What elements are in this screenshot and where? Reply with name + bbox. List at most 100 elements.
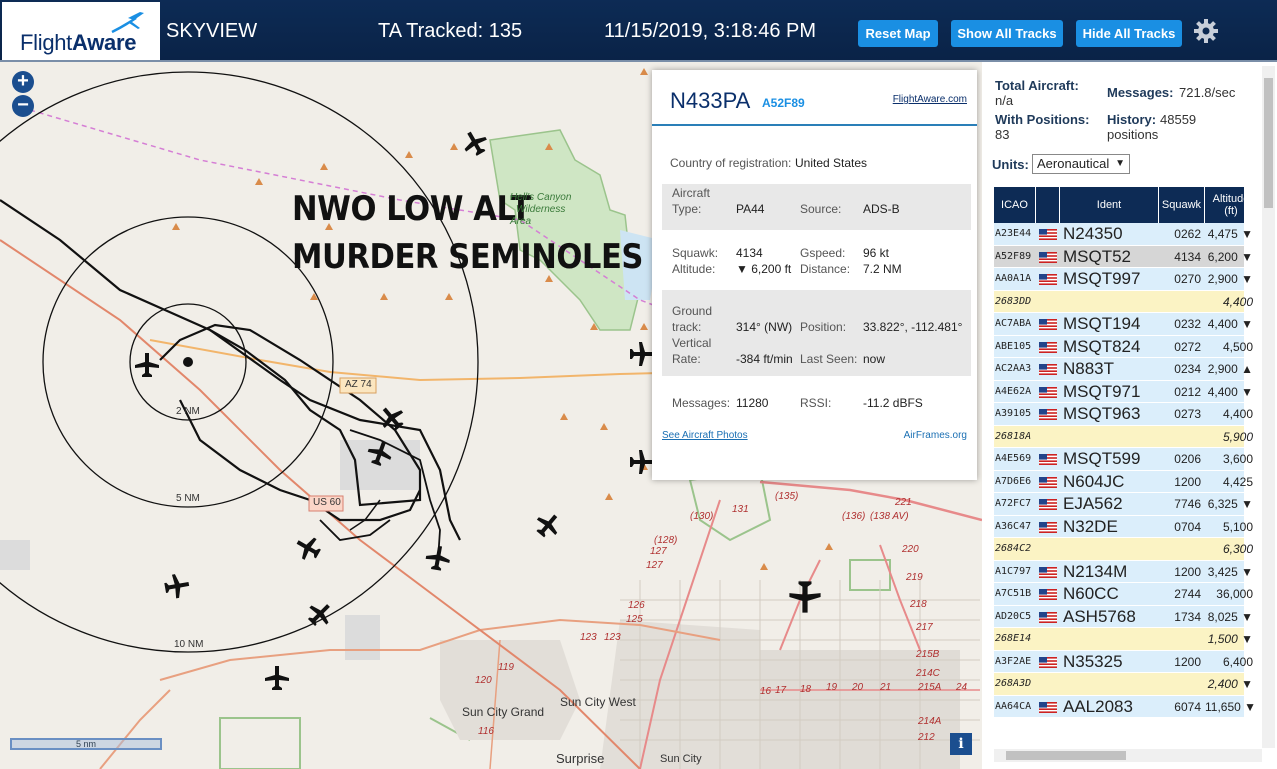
flag-cell — [1036, 606, 1058, 629]
table-body: A23E44 N24350 0262 4,475 ▼ A52F89 MSQT52 4134 6… — [994, 223, 1255, 718]
svg-text:20: 20 — [851, 682, 864, 693]
zoom-in-button[interactable]: + — [12, 71, 34, 93]
history-label: History: — [1107, 112, 1157, 127]
col-altitude[interactable]: Altitude (ft) — [1205, 187, 1257, 223]
row-ident: N60CC — [1063, 584, 1119, 603]
table-row[interactable]: A3F2AE N35325 1200 6,400 — [994, 650, 1253, 673]
show-all-tracks-button[interactable]: Show All Tracks — [951, 20, 1063, 47]
popup-hex-link[interactable]: A52F89 — [762, 96, 805, 110]
table-row[interactable]: A4E62A MSQT971 0212 4,400 ▼ — [994, 380, 1253, 403]
see-aircraft-photos-link[interactable]: See Aircraft Photos — [662, 430, 748, 441]
table-row[interactable]: AC7ABA MSQT194 0232 4,400 ▼ — [994, 313, 1253, 336]
flightaware-logo[interactable]: FlightAware — [2, 2, 160, 60]
horizontal-scrollbar[interactable] — [994, 749, 1262, 762]
scrollbar-thumb[interactable] — [1264, 78, 1273, 208]
row-altitude: 6,400 — [1222, 654, 1253, 669]
us-flag-icon — [1039, 476, 1057, 488]
table-row[interactable]: AC2AA3 N883T 0234 2,900 ▲ — [994, 358, 1253, 381]
range-ring-5nm-label: 5 NM — [176, 493, 200, 504]
flag-cell — [1036, 246, 1058, 269]
col-ident[interactable]: Ident — [1060, 187, 1159, 223]
table-row[interactable]: AD20C5 ASH5768 1734 8,025 ▼ — [994, 605, 1253, 629]
table-row[interactable]: A36C47 N32DE 0704 5,100 — [994, 515, 1253, 538]
svg-text:(136): (136) — [842, 511, 865, 522]
table-row[interactable]: 26818A 5,900 — [994, 425, 1253, 448]
popup-track-row: Ground track: 314° (NW) Position: 33.822… — [662, 290, 971, 376]
row-icao: A36C47 — [995, 520, 1032, 532]
table-row[interactable]: A1C797 N2134M 1200 3,425 ▼ — [994, 560, 1253, 583]
flag-cell — [1036, 628, 1058, 651]
row-squawk: 4134 — [1174, 249, 1201, 264]
table-row[interactable]: A23E44 N24350 0262 4,475 ▼ — [994, 223, 1253, 246]
row-icao: 2684C2 — [995, 543, 1032, 554]
table-row[interactable]: A7C51B N60CC 2744 36,000 — [994, 583, 1253, 606]
row-icao: A72FC7 — [995, 498, 1032, 509]
row-ident: N2134M — [1063, 561, 1128, 581]
place-sun-city: Sun City — [660, 753, 702, 765]
table-row[interactable]: 268E14 1,500 ▼ — [994, 628, 1253, 651]
table-row[interactable]: A39105 MSQT963 0273 4,400 — [994, 403, 1253, 426]
svg-text:17: 17 — [775, 685, 787, 696]
svg-text:214C: 214C — [915, 668, 941, 679]
scale-bar: 5 nm — [10, 738, 162, 750]
reset-map-button[interactable]: Reset Map — [858, 20, 938, 47]
row-altitude: 36,000 — [1216, 587, 1253, 601]
wilderness-label-2: Wilderness — [516, 204, 566, 215]
svg-text:21: 21 — [879, 682, 891, 693]
gear-icon[interactable] — [1193, 18, 1219, 44]
row-altitude: 4,400 ▼ — [1207, 317, 1253, 331]
row-icao: A23E44 — [995, 228, 1032, 239]
row-squawk — [1159, 291, 1205, 314]
table-row[interactable]: A52F89 MSQT52 4134 6,200 ▼ — [994, 245, 1253, 269]
row-ident: MSQT963 — [1063, 404, 1141, 423]
table-row[interactable]: A4E569 MSQT599 0206 3,600 — [994, 448, 1253, 471]
svg-text:(128): (128) — [654, 535, 677, 546]
table-row[interactable]: ABE105 MSQT824 0272 4,500 — [994, 335, 1253, 358]
us-flag-icon — [1039, 364, 1057, 375]
svg-text:16: 16 — [760, 686, 772, 697]
hscrollbar-thumb[interactable] — [1006, 751, 1126, 760]
table-row[interactable]: A7D6E6 N604JC 1200 4,425 — [994, 470, 1253, 493]
place-sun-city-west: Sun City West — [560, 695, 636, 709]
table-row[interactable]: 2683DD 4,400 — [994, 290, 1253, 314]
units-select[interactable]: Aeronautical ▼ — [1032, 154, 1130, 174]
col-icao[interactable]: ICAO — [994, 187, 1036, 223]
row-ident: MSQT52 — [1063, 246, 1132, 266]
svg-text:123: 123 — [604, 632, 621, 643]
row-altitude: 6,200 ▼ — [1207, 249, 1253, 264]
airframes-link[interactable]: AirFrames.org — [904, 430, 967, 441]
col-flag[interactable] — [1036, 187, 1060, 223]
row-altitude: 2,400 ▼ — [1207, 677, 1253, 691]
table-row[interactable]: 2684C2 6,300 — [994, 538, 1253, 561]
table-row[interactable]: AA64CA AAL2083 6074 11,650 ▼ — [994, 695, 1255, 718]
us-flag-icon — [1039, 229, 1057, 240]
row-squawk: 0704 — [1174, 519, 1201, 534]
row-altitude: 4,425 — [1222, 474, 1253, 489]
row-ident: MSQT997 — [1063, 269, 1141, 288]
place-sun-city-grand: Sun City Grand — [462, 705, 545, 719]
row-altitude: 1,500 ▼ — [1207, 632, 1253, 646]
range-ring-10nm-label: 10 NM — [174, 639, 204, 650]
row-altitude: 6,300 — [1222, 542, 1253, 556]
col-squawk[interactable]: Squawk — [1159, 187, 1205, 223]
us-flag-icon — [1039, 341, 1057, 353]
row-ident: MSQT824 — [1063, 336, 1141, 356]
flag-cell — [1036, 448, 1058, 471]
table-row[interactable]: AA0A1A MSQT997 0270 2,900 ▼ — [994, 268, 1253, 291]
flightaware-link[interactable]: FlightAware.com — [893, 94, 967, 105]
info-icon[interactable]: i — [950, 733, 972, 755]
row-altitude: 11,650 ▼ — [1205, 699, 1255, 714]
row-squawk: 0234 — [1174, 362, 1201, 376]
row-squawk: 0270 — [1174, 272, 1201, 286]
table-row[interactable]: 268A3D 2,400 ▼ — [994, 673, 1253, 696]
svg-text:(130): (130) — [690, 511, 713, 522]
vertical-scrollbar[interactable] — [1262, 66, 1275, 748]
table-row[interactable]: A72FC7 EJA562 7746 6,325 ▼ — [994, 493, 1253, 516]
logo-text: FlightAware — [20, 30, 137, 55]
popup-divider — [652, 124, 977, 126]
row-altitude: 4,400 — [1222, 407, 1253, 421]
zoom-out-button[interactable]: − — [12, 95, 34, 117]
hide-all-tracks-button[interactable]: Hide All Tracks — [1076, 20, 1182, 47]
row-squawk: 1200 — [1174, 564, 1201, 579]
overlay-text-line-1: NWO LOW ALT — [292, 189, 531, 229]
